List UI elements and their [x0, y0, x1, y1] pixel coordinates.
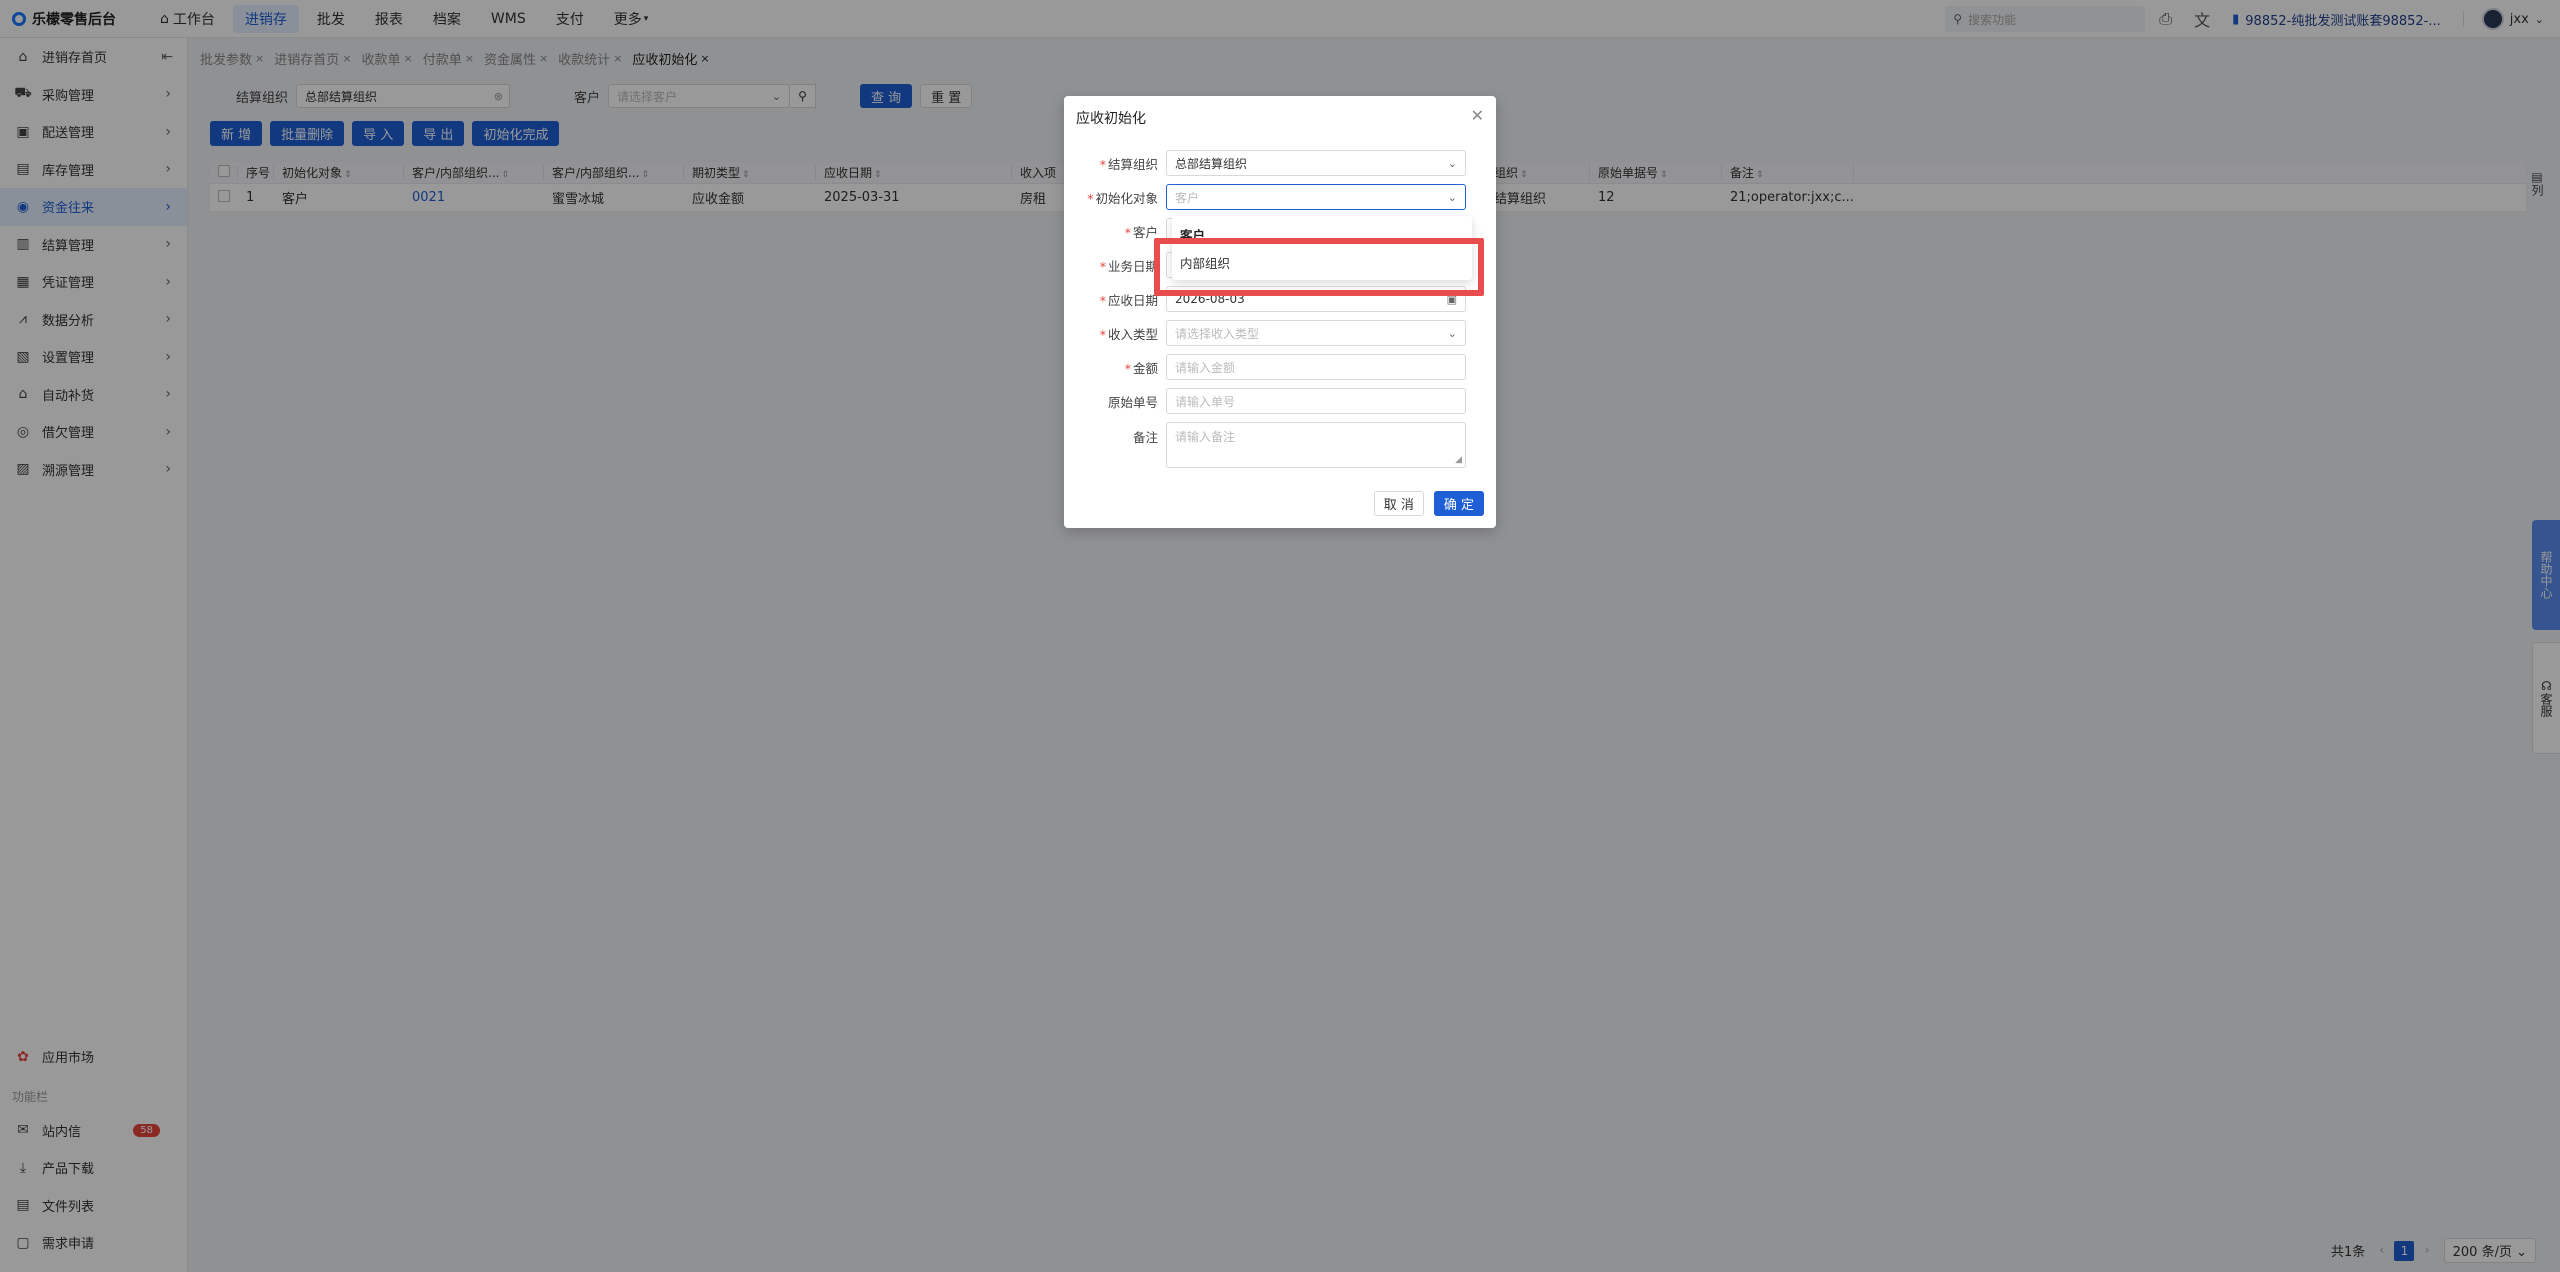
form-row-income-type: * 收入类型 请选择收入类型 ⌄ [1064, 320, 1496, 346]
confirm-button[interactable]: 确 定 [1433, 491, 1484, 516]
form-row-amount: * 金额 请输入金额 [1064, 354, 1496, 380]
resize-handle-icon[interactable]: ◢ [1455, 455, 1462, 465]
dialog-footer: 取 消 确 定 [1364, 491, 1484, 516]
chevron-down-icon: ⌄ [1447, 326, 1457, 340]
dialog-title: 应收初始化 [1076, 111, 1146, 127]
cancel-button[interactable]: 取 消 [1373, 491, 1424, 516]
form-row-original-doc: 原始单号 请输入单号 [1064, 388, 1496, 414]
receivable-init-dialog: 应收初始化 ✕ * 结算组织 总部结算组织 ⌄ * 初始化对象 客户 ⌄ * 客户 * 业务… [1064, 96, 1496, 528]
close-icon[interactable]: ✕ [1471, 106, 1484, 125]
chevron-down-icon: ⌄ [1447, 190, 1457, 204]
original-doc-input[interactable]: 请输入单号 [1166, 388, 1466, 414]
form-row-remark: 备注 请输入备注 ◢ [1064, 422, 1496, 468]
form-row-org: * 结算组织 总部结算组织 ⌄ [1064, 150, 1496, 176]
org-select[interactable]: 总部结算组织 ⌄ [1166, 150, 1466, 176]
form-row-init-object: * 初始化对象 客户 ⌄ [1064, 184, 1496, 210]
income-type-select[interactable]: 请选择收入类型 ⌄ [1166, 320, 1466, 346]
amount-input[interactable]: 请输入金额 [1166, 354, 1466, 380]
init-object-select[interactable]: 客户 ⌄ [1166, 184, 1466, 210]
remark-textarea[interactable]: 请输入备注 ◢ [1166, 422, 1466, 468]
chevron-down-icon: ⌄ [1447, 156, 1457, 170]
highlight-box [1154, 238, 1484, 296]
